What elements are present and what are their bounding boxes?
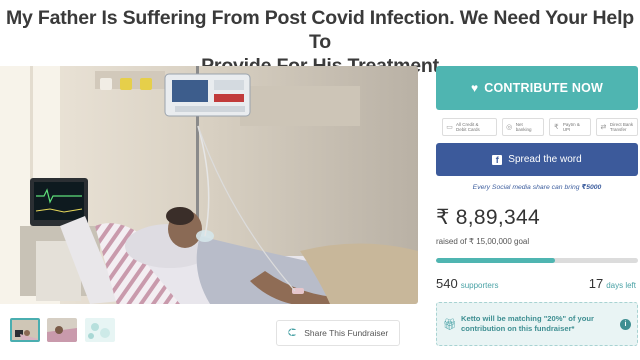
goal-amount: ₹ 15,00,000	[468, 237, 512, 246]
share-fundraiser-label: Share This Fundraiser	[304, 328, 389, 338]
raised-amount: ₹ 8,89,344	[436, 206, 540, 229]
facebook-icon: f	[492, 154, 503, 165]
spread-the-word-button[interactable]: f Spread the word	[436, 143, 638, 176]
social-share-note: Every Social media share can bring ₹5000	[436, 183, 638, 191]
share-note-text: Every Social media share can bring	[472, 184, 582, 191]
payment-method-upi: ₹ Paytm & UPI	[548, 118, 591, 136]
payment-label: UPI	[562, 127, 571, 132]
days-left: 17 days left	[589, 276, 636, 291]
payment-label: Transfer	[609, 127, 627, 132]
supporters-number: 540	[436, 276, 458, 291]
bank-icon: ◎	[506, 123, 513, 131]
hero-image[interactable]	[0, 66, 418, 304]
contribute-label: CONTRIBUTE NOW	[484, 81, 604, 95]
payment-method-netbanking: ◎ Net banking	[501, 118, 544, 136]
payment-label: Debit Cards	[456, 127, 480, 132]
transfer-icon: ⇄	[600, 123, 607, 131]
gallery-thumbnail-1[interactable]	[10, 318, 40, 342]
share-fundraiser-button[interactable]: ⮈ Share This Fundraiser	[276, 320, 400, 346]
days-label: days left	[606, 281, 636, 290]
days-number: 17	[588, 276, 604, 291]
goal-text: raised of ₹ 15,00,000 goal	[436, 237, 529, 246]
share-note-amount: ₹5000	[581, 184, 602, 191]
payment-method-cards: ▭ All Credit & Debit Cards	[442, 118, 497, 136]
spread-label: Spread the word	[508, 154, 582, 165]
heart-icon: ♥	[470, 81, 479, 95]
goal-suffix: goal	[511, 237, 530, 246]
payment-methods: ▭ All Credit & Debit Cards ◎ Net banking ₹…	[442, 118, 638, 136]
gallery-thumbnail-2[interactable]	[47, 318, 77, 342]
goal-prefix: raised of	[436, 237, 469, 246]
supporters-count[interactable]: 540 supporters	[436, 276, 499, 291]
gift-icon: 🎁︎	[443, 318, 457, 331]
card-icon: ▭	[446, 123, 453, 131]
info-icon[interactable]: i	[620, 318, 631, 330]
contribute-now-button[interactable]: ♥ CONTRIBUTE NOW	[436, 66, 638, 110]
gallery-thumbnail-3[interactable]	[85, 318, 115, 342]
payment-method-bank-transfer: ⇄ Direct Bank Transfer	[595, 118, 638, 136]
matching-text: Ketto will be matching "20%" of your con…	[461, 313, 594, 334]
matching-banner: 🎁︎ Ketto will be matching "20%" of your …	[436, 302, 638, 346]
payment-label: banking	[515, 127, 532, 132]
share-icon: ⮈	[287, 326, 297, 339]
funding-progress-fill	[436, 258, 556, 263]
funding-progress-bar	[436, 258, 638, 263]
campaign-title-line-1: My Father Is Suffering From Post Covid I…	[5, 7, 634, 53]
upi-icon: ₹	[554, 123, 559, 131]
supporters-label: supporters	[460, 281, 499, 290]
